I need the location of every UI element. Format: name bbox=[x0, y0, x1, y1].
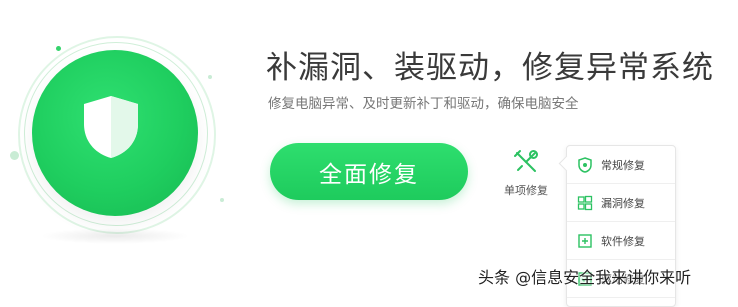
menu-item-label: 常规修复 bbox=[601, 158, 645, 172]
menu-item-label: 漏洞修复 bbox=[601, 196, 645, 210]
decor-dot bbox=[56, 46, 61, 51]
tools-icon bbox=[514, 150, 538, 172]
decor-dot bbox=[10, 151, 19, 160]
single-repair-button[interactable]: 单项修复 bbox=[498, 148, 554, 198]
windows-icon bbox=[577, 195, 593, 210]
decor-dot bbox=[220, 198, 224, 202]
full-repair-button[interactable]: 全面修复 bbox=[270, 143, 468, 200]
plus-box-icon bbox=[578, 233, 592, 248]
shield-icon bbox=[578, 156, 592, 173]
menu-item-vulnerability-repair[interactable]: 漏洞修复 bbox=[567, 184, 675, 222]
menu-item-regular-repair[interactable]: 常规修复 bbox=[567, 146, 675, 184]
single-repair-label: 单项修复 bbox=[504, 184, 548, 197]
disk-shadow bbox=[40, 228, 190, 244]
menu-item-label: 软件修复 bbox=[601, 234, 645, 248]
page-title: 补漏洞、装驱动，修复异常系统 bbox=[266, 50, 714, 86]
status-graphic bbox=[0, 0, 240, 297]
page-subtitle: 修复电脑异常、及时更新补丁和驱动，确保电脑安全 bbox=[268, 96, 579, 112]
menu-item-software-repair[interactable]: 软件修复 bbox=[567, 222, 675, 260]
shield-icon bbox=[84, 96, 138, 158]
source-watermark: 头条 @信息安全我来讲你来听 bbox=[478, 268, 692, 287]
decor-dot bbox=[208, 75, 212, 79]
